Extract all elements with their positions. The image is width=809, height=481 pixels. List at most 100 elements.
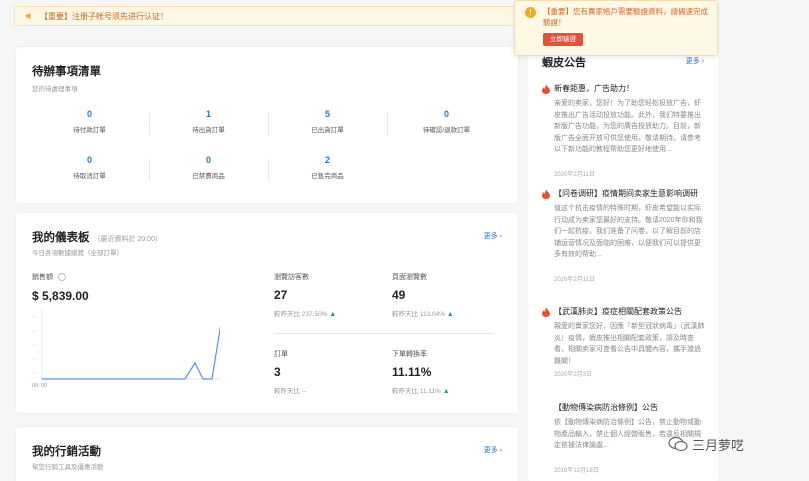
dashboard-note: （最近資料於 20:00）	[93, 236, 162, 243]
kpi-pageviews: 頁面瀏覽數 49 較昨天比 113.04% ▲	[392, 272, 502, 318]
kpi-label: 下單轉換率	[392, 351, 427, 358]
todo-label: 待確認/退款訂單	[422, 127, 471, 134]
info-icon[interactable]	[57, 273, 66, 282]
announcement-date: 2020年2月11日	[554, 172, 595, 178]
kpi-compare: 較昨天比 237.50% ▲	[274, 308, 384, 318]
todo-label: 待付款訂單	[73, 127, 106, 134]
announcements-title: 蝦皮公告	[542, 57, 586, 69]
todo-count: 0	[443, 109, 449, 119]
dashboard-title: 我的儀表板 （最近資料於 20:00）	[32, 229, 162, 245]
kpi-compare: 較昨天比 --	[274, 388, 307, 395]
dashboard-title-text: 我的儀表板	[32, 232, 90, 244]
todo-item[interactable]: 0 待取消訂單	[30, 155, 149, 185]
verify-now-button[interactable]: 立即驗證	[543, 33, 583, 46]
kpi-value: 3	[274, 365, 281, 379]
kpi-label: 頁面瀏覽數	[392, 274, 427, 281]
todo-label: 已出貨訂單	[311, 127, 344, 134]
todo-label: 待取消訂單	[73, 173, 106, 180]
todo-item[interactable]: 5 已出貨訂單	[268, 109, 387, 139]
marketing-more-link[interactable]: 更多 ›	[484, 445, 502, 455]
kpi-compare-text: 較昨天比 113.04%	[392, 311, 445, 318]
todo-item[interactable]: 1 待出貨訂單	[149, 109, 268, 139]
todo-label: 待出貨訂單	[192, 127, 225, 134]
kpi-visitors: 瀏覽訪客數 27 較昨天比 237.50% ▲	[274, 272, 384, 318]
verification-toast: ! 【重要】您有賣家帳戶需要驗證資料，請儘速完成驗證！ 立即驗證	[514, 0, 718, 56]
speaker-icon	[25, 12, 31, 20]
kpi-conversion: 下單轉換率 11.11% 較昨天比 11.11% ▲	[392, 349, 502, 395]
marketing-card: 我的行銷活動 幫您行銷工具及優惠活動 更多 ›	[16, 427, 518, 481]
announcement-title-text: 新春鉅惠，广告助力！	[554, 84, 634, 93]
todo-count: 0	[86, 109, 92, 119]
dashboard-card: 我的儀表板 （最近資料於 20:00） 今日各項數據總覽（全部訂單） 更多 › 銷…	[16, 213, 518, 413]
fire-icon	[542, 307, 550, 317]
todo-item[interactable]: 0 待付款訂單	[30, 109, 149, 139]
kpi-compare: 較昨天比 11.11% ▲	[392, 385, 502, 395]
dashboard-more-link[interactable]: 更多 ›	[484, 231, 502, 241]
todo-item[interactable]: 0 已禁賣商品	[149, 155, 268, 185]
todo-title: 待辦事項清單	[32, 66, 101, 78]
announcement-title: 【武漢肺炎】疫症相關配套政策公告	[542, 306, 707, 318]
kpi-compare-text: 較昨天比 11.11%	[392, 388, 441, 395]
kpi-value: 49	[392, 288, 406, 302]
todo-label: 已售完商品	[311, 173, 344, 180]
more-label: 更多	[483, 233, 498, 240]
todo-item[interactable]: 2 已售完商品	[268, 155, 387, 185]
kpi-value: 11.11%	[392, 365, 432, 379]
more-label: 更多	[685, 58, 700, 65]
announcement-body: 亲爱的卖家，您好！为了助您轻松投放广告，虾皮推出广告活动投放功能。此外，我们特要…	[554, 100, 701, 153]
announcement-body: 值这个抗击疫情的特殊时期，虾皮希望能以实际行动成为卖家您最好的支持。敬请2020…	[554, 205, 703, 258]
marketing-subtitle: 幫您行銷工具及優惠活動	[32, 464, 104, 471]
sales-line-chart	[32, 309, 220, 380]
todo-count: 2	[324, 155, 330, 165]
sales-label-text: 銷售額	[32, 274, 53, 281]
marketing-title: 我的行銷活動	[32, 446, 101, 458]
sales-value: $ 5,839.00	[32, 289, 89, 303]
announcement-item[interactable]: 【武漢肺炎】疫症相關配套政策公告 親愛的賣家您好，因應「新型冠狀病毒」（武漢肺炎…	[542, 306, 707, 378]
divider	[274, 333, 494, 334]
announcements-more-link[interactable]: 更多 ›	[686, 56, 704, 66]
todo-count: 5	[324, 109, 330, 119]
warning-icon: !	[525, 7, 536, 18]
announcement-title-text: 【動物傳染病防治條例】公告	[554, 403, 658, 412]
todo-card: 待辦事項清單 您的待處理事項 0 待付款訂單 1 待出貨訂單 5 已出貨訂單 0…	[16, 47, 518, 203]
announcement-date: 2020年2月11日	[554, 277, 595, 283]
kpi-label: 瀏覽訪客數	[274, 274, 309, 281]
todo-subtitle: 您的待處理事項	[32, 86, 78, 93]
fire-icon	[542, 84, 550, 94]
todo-count: 0	[86, 155, 92, 165]
announcement-item[interactable]: 新春鉅惠，广告助力！ 亲爱的卖家，您好！为了助您轻松投放广告，虾皮推出广告活动投…	[542, 83, 707, 178]
watermark: 三月萝呓	[668, 432, 809, 456]
announcement-title: 新春鉅惠，广告助力！	[542, 83, 707, 95]
sales-series-line	[42, 325, 220, 380]
notice-bar: 【重要】注册子帐号须先进行认证！	[14, 6, 518, 26]
announcement-title: 【问卷调研】疫情期间卖家生意影响调研	[542, 188, 707, 200]
kpi-orders: 訂單 3 較昨天比 --	[274, 349, 384, 395]
fire-icon	[542, 189, 550, 199]
announcement-item[interactable]: 【问卷调研】疫情期间卖家生意影响调研 值这个抗击疫情的特殊时期，虾皮希望能以实际…	[542, 188, 707, 283]
announcement-title: 【動物傳染病防治條例】公告	[542, 402, 707, 414]
todo-grid: 0 待付款訂單 1 待出貨訂單 5 已出貨訂單 0 待確認/退款訂單 0 待取消…	[30, 109, 506, 191]
kpi-compare: 較昨天比 113.04% ▲	[392, 308, 502, 318]
chart-axis-label: 00: 00	[32, 383, 48, 389]
wechat-icon	[668, 436, 688, 452]
more-label: 更多	[483, 447, 498, 454]
announcement-title-text: 【武漢肺炎】疫症相關配套政策公告	[554, 307, 682, 316]
kpi-value: 27	[274, 288, 288, 302]
arrow-up-icon: ▲	[329, 311, 337, 318]
announcement-date: 2020年2月3日	[554, 372, 593, 378]
notice-text: 【重要】注册子帐号须先进行认证！	[40, 11, 168, 21]
chevron-right-icon: ›	[499, 447, 502, 454]
todo-item[interactable]: 0 待確認/退款訂單	[387, 109, 506, 139]
arrow-up-icon: ▲	[442, 388, 450, 395]
kpi-label: 訂單	[274, 351, 288, 358]
dashboard-subtitle: 今日各項數據總覽（全部訂單）	[32, 250, 123, 257]
toast-text: 【重要】您有賣家帳戶需要驗證資料，請儘速完成驗證！	[543, 7, 708, 27]
announcement-title-text: 【问卷调研】疫情期间卖家生意影响调研	[554, 189, 698, 198]
todo-count: 0	[205, 155, 211, 165]
arrow-up-icon: ▲	[446, 311, 454, 318]
todo-count: 1	[205, 109, 211, 119]
chevron-right-icon: ›	[499, 233, 502, 240]
chevron-right-icon: ›	[701, 58, 704, 65]
kpi-compare-text: 較昨天比 237.50%	[274, 311, 328, 318]
todo-label: 已禁賣商品	[192, 173, 225, 180]
